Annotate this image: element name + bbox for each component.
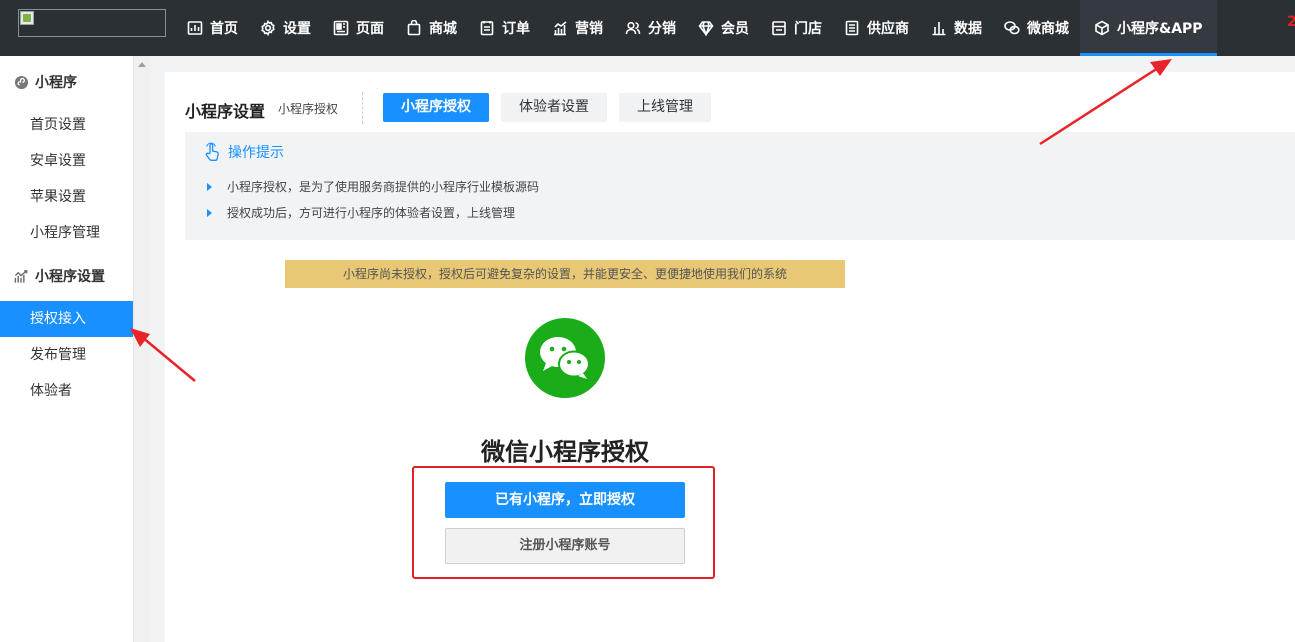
register-account-button[interactable]: 注册小程序账号 [445,528,685,564]
authorize-now-button[interactable]: 已有小程序，立即授权 [445,482,685,518]
sidebar-item-apple-settings[interactable]: 苹果设置 [0,179,133,215]
sidebar-item-miniprogram-management[interactable]: 小程序管理 [0,215,133,251]
sidebar-item-label: 安卓设置 [30,153,86,169]
hand-pointer-icon [205,142,219,161]
sidebar-group-miniprogram: 小程序 [14,72,77,92]
nav-item-label: 订单 [502,21,530,37]
unauthorized-notice-banner: 小程序尚未授权，授权后可避免复杂的设置，并能更安全、更便捷地使用我们的系统 [285,260,845,288]
operation-tips-panel: 操作提示 小程序授权，是为了使用服务商提供的小程序行业模板源码 授权成功后，方可… [185,132,1295,240]
sidebar: 小程序 首页设置 安卓设置 苹果设置 小程序管理 小程序设置 授权接入 发布管理… [0,56,133,642]
trend-chart-icon [14,269,28,283]
sidebar-item-authorization[interactable]: 授权接入 [0,301,133,337]
nav-item-label: 首页 [210,21,238,37]
sidebar-item-label: 授权接入 [30,311,86,327]
wechat-icon [1004,21,1020,35]
bar-chart-icon [932,22,946,36]
nav-item-label: 分销 [648,21,676,37]
page-subtitle: 小程序授权 [278,102,339,116]
nav-item-suppliers[interactable]: 供应商 [833,0,920,56]
nav-item-home[interactable]: 首页 [176,0,249,56]
nav-item-pages[interactable]: 页面 [322,0,395,56]
store-icon [772,21,786,36]
nav-item-settings[interactable]: 设置 [249,0,322,56]
tips-title: 操作提示 [228,145,284,161]
nav-item-distribution[interactable]: 分销 [614,0,687,56]
nav-item-mall[interactable]: 商城 [395,0,468,56]
cube-icon [1095,20,1109,36]
tab-launch-management[interactable]: 上线管理 [619,93,711,122]
sidebar-item-label: 首页设置 [30,117,86,133]
page-icon [333,20,349,36]
nav-item-label: 设置 [283,21,311,37]
main-content: 小程序设置 小程序授权 小程序授权 体验者设置 上线管理 操作提示 小程序授权，… [165,72,1295,642]
gear-icon [261,20,275,36]
tip-text: 授权成功后，方可进行小程序的体验者设置，上线管理 [227,206,516,220]
sidebar-group-miniprogram-settings: 小程序设置 [14,266,105,286]
nav-item-label: 微商城 [1027,21,1069,37]
wechat-logo [525,318,605,398]
wechat-bubbles-icon [540,337,590,379]
broken-image-icon [20,11,34,25]
sidebar-item-label: 苹果设置 [30,189,86,205]
diamond-icon [698,21,714,36]
nav-item-orders[interactable]: 订单 [468,0,541,56]
marketing-icon [554,21,567,36]
sidebar-item-label: 发布管理 [30,347,86,363]
nav-item-data[interactable]: 数据 [920,0,993,56]
order-icon [480,21,494,36]
supplier-icon [845,20,859,36]
tip-line: 授权成功后，方可进行小程序的体验者设置，上线管理 [207,204,515,221]
sidebar-item-release-management[interactable]: 发布管理 [0,337,133,373]
sidebar-item-testers[interactable]: 体验者 [0,373,133,409]
tab-miniprogram-authorization[interactable]: 小程序授权 [383,93,489,122]
tips-header: 操作提示 [203,142,284,162]
nav-item-label: 会员 [721,21,749,37]
nav-item-marketing[interactable]: 营销 [541,0,614,56]
logo[interactable] [18,9,166,37]
tip-text: 小程序授权，是为了使用服务商提供的小程序行业模板源码 [227,180,540,194]
sidebar-item-android-settings[interactable]: 安卓设置 [0,143,133,179]
nav-item-label: 供应商 [867,21,909,37]
nav-item-label: 营销 [575,21,603,37]
users-icon [625,21,641,35]
sidebar-group-label: 小程序设置 [35,269,105,285]
page-title: 小程序设置 [185,102,266,121]
sidebar-item-label: 体验者 [30,383,72,399]
nav-item-label: 商城 [429,21,457,37]
mini-program-icon [14,75,29,89]
nav-item-members[interactable]: 会员 [687,0,760,56]
nav-item-wechat-mall[interactable]: 微商城 [993,0,1080,56]
sidebar-group-label: 小程序 [35,75,77,91]
bullet-arrow-icon [207,208,212,217]
dashboard-icon [187,21,203,35]
nav-item-miniprogram-app[interactable]: 小程序&APP [1080,0,1217,56]
top-navigation-bar: 首页 设置 页面 商城 订单 营销 分销 会员 门店 供应商 数据 微商城 小程… [0,0,1295,56]
bag-icon [407,20,421,36]
sidebar-item-home-settings[interactable]: 首页设置 [0,107,133,143]
nav-overflow-label: 2 [1287,14,1295,30]
nav-item-label: 数据 [954,21,982,37]
nav-item-label: 页面 [356,21,384,37]
tab-tester-settings[interactable]: 体验者设置 [501,93,607,122]
sidebar-scrollbar[interactable] [133,56,151,642]
nav-item-label: 门店 [794,21,822,37]
scroll-up-arrow-icon[interactable] [138,62,146,67]
auth-title: 微信小程序授权 [481,438,649,466]
main-nav: 首页 设置 页面 商城 订单 营销 分销 会员 门店 供应商 数据 微商城 小程… [176,0,1217,56]
header-divider [362,92,363,124]
tip-line: 小程序授权，是为了使用服务商提供的小程序行业模板源码 [207,178,539,195]
sidebar-item-label: 小程序管理 [30,225,100,241]
bullet-arrow-icon [207,182,212,191]
nav-item-stores[interactable]: 门店 [760,0,833,56]
nav-item-label: 小程序&APP [1117,21,1203,37]
